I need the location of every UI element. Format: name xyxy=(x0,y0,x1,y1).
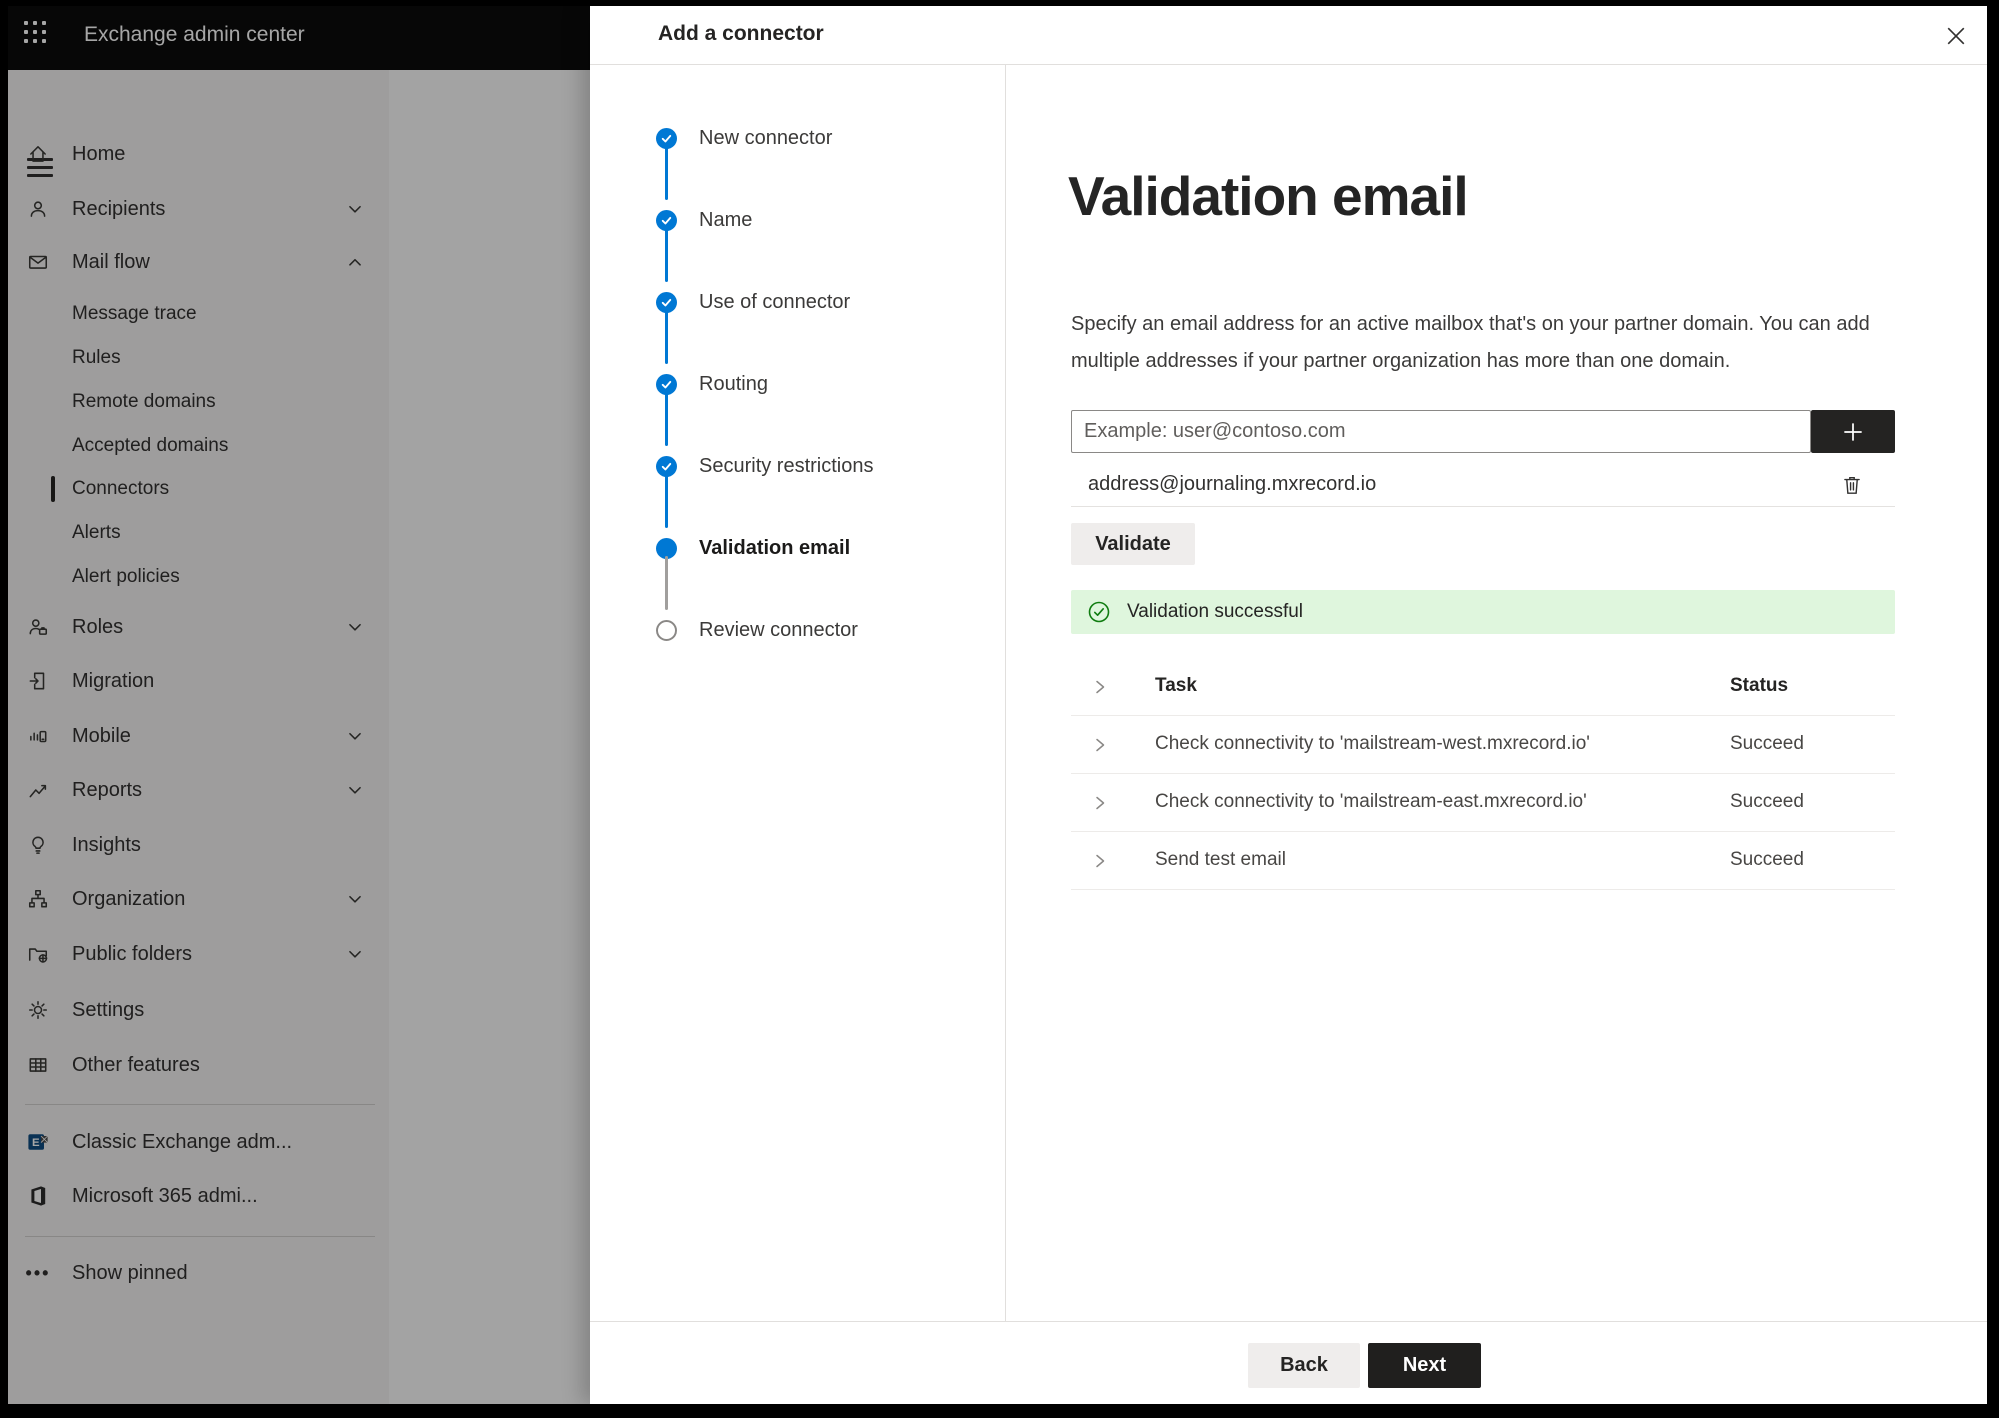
email-address-input[interactable] xyxy=(1071,410,1811,453)
task-cell: Check connectivity to 'mailstream-east.m… xyxy=(1155,791,1587,812)
task-cell: Check connectivity to 'mailstream-west.m… xyxy=(1155,733,1590,754)
added-address: address@journaling.mxrecord.io xyxy=(1088,473,1377,495)
footer-divider xyxy=(590,1321,1987,1322)
validate-button[interactable]: Validate xyxy=(1071,523,1195,565)
status-cell: Succeed xyxy=(1730,791,1804,812)
step-name[interactable]: Name xyxy=(656,204,752,236)
panel-title: Add a connector xyxy=(658,22,824,45)
step-security-restrictions[interactable]: Security restrictions xyxy=(656,450,874,482)
expand-row-chevron[interactable] xyxy=(1093,737,1107,753)
step-connector-line xyxy=(665,392,668,446)
task-column-header: Task xyxy=(1155,675,1197,696)
close-icon xyxy=(1947,27,1965,45)
panel-header-divider xyxy=(590,64,1987,65)
task-cell: Send test email xyxy=(1155,849,1286,870)
step-connector-line xyxy=(665,556,668,610)
status-column-header: Status xyxy=(1730,675,1789,696)
validation-success-banner: Validation successful xyxy=(1071,590,1895,634)
table-row[interactable]: Check connectivity to 'mailstream-east.m… xyxy=(1071,774,1895,832)
status-cell: Succeed xyxy=(1730,849,1804,870)
success-message: Validation successful xyxy=(1127,601,1304,622)
validation-description: Specify an email address for an active m… xyxy=(1071,313,1870,372)
success-check-icon xyxy=(1088,601,1110,623)
expand-row-chevron[interactable] xyxy=(1093,853,1107,869)
close-button[interactable] xyxy=(1942,22,1970,50)
back-button[interactable]: Back xyxy=(1248,1343,1360,1388)
plus-icon xyxy=(1844,422,1862,441)
step-use-of-connector[interactable]: Use of connector xyxy=(656,286,850,318)
step-connector-line xyxy=(665,146,668,200)
step-connector-line xyxy=(665,474,668,528)
results-table-header: Task Status xyxy=(1071,658,1895,716)
add-connector-panel: Add a connector New connector Name Use o… xyxy=(590,6,1987,1404)
page-heading: Validation email xyxy=(1068,165,1469,227)
added-address-row: address@journaling.mxrecord.io xyxy=(1071,463,1895,507)
table-row[interactable]: Check connectivity to 'mailstream-west.m… xyxy=(1071,716,1895,774)
delete-address-button[interactable] xyxy=(1839,472,1865,498)
table-row[interactable]: Send test email Succeed xyxy=(1071,832,1895,890)
step-validation-email[interactable]: Validation email xyxy=(656,532,850,564)
step-new-connector[interactable]: New connector xyxy=(656,122,832,154)
expand-all-chevron[interactable] xyxy=(1093,679,1107,695)
status-cell: Succeed xyxy=(1730,733,1804,754)
step-upcoming-icon xyxy=(656,619,677,641)
add-address-button[interactable] xyxy=(1811,410,1895,453)
expand-row-chevron[interactable] xyxy=(1093,795,1107,811)
screen: Exchange admin center Home Recipients Ma… xyxy=(0,0,1999,1418)
steps-content-divider xyxy=(1005,65,1006,1321)
step-routing[interactable]: Routing xyxy=(656,368,768,400)
step-connector-line xyxy=(665,228,668,282)
trash-icon xyxy=(1844,476,1860,494)
step-connector-line xyxy=(665,310,668,364)
step-review-connector[interactable]: Review connector xyxy=(656,614,858,646)
next-button[interactable]: Next xyxy=(1368,1343,1481,1388)
